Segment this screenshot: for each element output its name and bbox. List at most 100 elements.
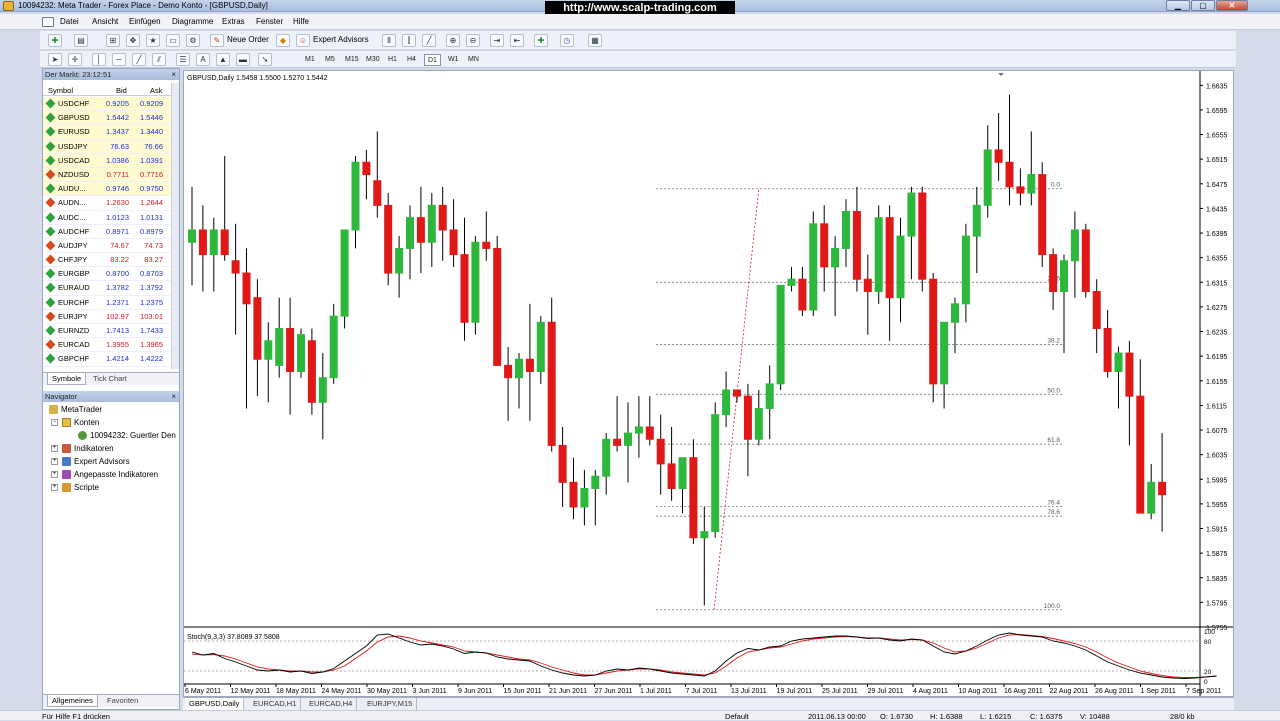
market-watch-row[interactable]: EURJPY 102.97 103.01 xyxy=(43,310,171,324)
timeframe-mn[interactable]: MN xyxy=(465,54,482,66)
expand-icon[interactable]: + xyxy=(51,458,58,465)
menu-fenster[interactable]: Fenster xyxy=(256,17,283,26)
tab-favoriten[interactable]: Favoriten xyxy=(103,695,142,707)
cursor-icon[interactable]: ➤ xyxy=(48,53,62,66)
chart-tab-gbpusd-daily[interactable]: GBPUSD,Daily xyxy=(185,698,245,710)
maximize-button[interactable]: ▢ xyxy=(1191,0,1215,11)
market-watch-row[interactable]: GBPCHF 1.4214 1.4222 xyxy=(43,352,171,367)
close-button[interactable]: ✕ xyxy=(1216,0,1248,11)
timeframe-w1[interactable]: W1 xyxy=(445,54,462,66)
expand-icon[interactable]: + xyxy=(51,445,58,452)
expand-icon[interactable]: + xyxy=(51,471,58,478)
nav-custom-indicators[interactable]: Angepasste Indikatoren xyxy=(62,469,158,481)
new-chart-icon[interactable]: ✚ xyxy=(48,34,62,47)
auto-scroll-icon[interactable]: ⇥ xyxy=(490,34,504,47)
timeframe-m1[interactable]: M1 xyxy=(302,54,318,66)
nav-scripts[interactable]: Scripte xyxy=(62,482,99,494)
templates-icon[interactable]: ▦ xyxy=(588,34,602,47)
fibonacci-icon[interactable]: ☰ xyxy=(176,53,190,66)
market-watch-row[interactable]: AUDU... 0.9746 0.9750 xyxy=(43,182,171,197)
chart-window[interactable]: 1.6635 1.6595 1.6555 1.6515 1.6475 1.6435 1.63… xyxy=(183,70,1234,697)
trendline-icon[interactable]: ╱ xyxy=(132,53,146,66)
market-watch-close-icon[interactable]: × xyxy=(171,69,176,80)
arrows-icon[interactable]: ▬ xyxy=(236,53,250,66)
menu-einfuegen[interactable]: Einfügen xyxy=(129,17,161,26)
vertical-line-icon[interactable]: │ xyxy=(92,53,106,66)
chart-tab-eurcad-h4[interactable]: EURCAD,H4 xyxy=(305,698,358,710)
terminal-icon[interactable]: ▭ xyxy=(166,34,180,47)
crosshair-icon[interactable]: ✛ xyxy=(68,53,82,66)
menu-hilfe[interactable]: Hilfe xyxy=(293,17,309,26)
data-window-icon[interactable]: ✥ xyxy=(126,34,140,47)
expert-advisors-icon[interactable]: ☺ xyxy=(296,34,310,47)
metaeditor-icon[interactable]: ◆ xyxy=(276,34,290,47)
market-watch-row[interactable]: EURCAD 1.3955 1.3965 xyxy=(43,338,171,353)
zoom-out-icon[interactable]: ⊖ xyxy=(466,34,480,47)
menu-ansicht[interactable]: Ansicht xyxy=(92,17,118,26)
market-watch-icon[interactable]: ⊞ xyxy=(106,34,120,47)
indicators-icon[interactable]: ✚ xyxy=(534,34,548,47)
label-icon[interactable]: ▲ xyxy=(216,53,230,66)
collapse-icon[interactable]: − xyxy=(51,419,58,426)
market-watch-row[interactable]: AUDN... 1.2630 1.2644 xyxy=(43,196,171,211)
nav-root[interactable]: MetaTrader xyxy=(49,404,102,416)
expand-icon[interactable]: + xyxy=(51,484,58,491)
market-watch-scrollbar[interactable] xyxy=(171,83,179,369)
market-watch-row[interactable]: USDCHF 0.9205 0.9209 xyxy=(43,97,171,112)
candlestick-icon[interactable]: ⫿ xyxy=(402,34,416,47)
market-watch-row[interactable]: GBPUSD 1.5442 1.5446 xyxy=(43,111,171,126)
chart-window-icon[interactable] xyxy=(42,17,54,27)
market-watch-row[interactable]: USDJPY 76.63 76.66 xyxy=(43,139,171,154)
timeframe-h1[interactable]: H1 xyxy=(385,54,400,66)
bar-chart-icon[interactable]: ⫴ xyxy=(382,34,396,47)
tab-symbole[interactable]: Symbole xyxy=(47,373,87,385)
chart-shift-icon[interactable]: ⇤ xyxy=(510,34,524,47)
nav-account[interactable]: 10094232: Guertler Den xyxy=(78,430,176,442)
market-watch-row[interactable]: EURUSD 1.3437 1.3440 xyxy=(43,125,171,140)
menu-extras[interactable]: Extras xyxy=(222,17,245,26)
market-watch-row[interactable]: EURCHF 1.2371 1.2375 xyxy=(43,296,171,310)
market-watch-row[interactable]: NZDUSD 0.7711 0.7716 xyxy=(43,167,171,183)
timeframe-d1[interactable]: D1 xyxy=(424,54,441,66)
navigator-close-icon[interactable]: × xyxy=(171,391,176,402)
col-symbol[interactable]: Symbol xyxy=(48,86,73,95)
menu-diagramme[interactable]: Diagramme xyxy=(172,17,213,26)
expert-advisors-button[interactable]: Expert Advisors xyxy=(313,35,369,44)
chart-tab-eurcad-h1[interactable]: EURCAD,H1 xyxy=(249,698,302,710)
timeframe-h4[interactable]: H4 xyxy=(404,54,419,66)
navigator-icon[interactable]: ★ xyxy=(146,34,160,47)
profiles-icon[interactable]: ▤ xyxy=(74,34,88,47)
market-watch-row[interactable]: AUDJPY 74.67 74.73 xyxy=(43,239,171,254)
market-watch-row[interactable]: EURAUD 1.3782 1.3792 xyxy=(43,281,171,296)
market-watch-row[interactable]: AUDC... 1.0123 1.0131 xyxy=(43,211,171,225)
arrow-dropdown-icon[interactable]: ➘ xyxy=(258,53,272,66)
market-watch-row[interactable]: USDCAD 1.0386 1.0391 xyxy=(43,153,171,168)
new-order-icon[interactable]: ✎ xyxy=(210,34,224,47)
col-bid[interactable]: Bid xyxy=(116,86,127,95)
col-ask[interactable]: Ask xyxy=(150,86,163,95)
minimize-button[interactable]: ▁ xyxy=(1166,0,1190,11)
timeframe-m30[interactable]: M30 xyxy=(363,54,383,66)
timeframe-m15[interactable]: M15 xyxy=(342,54,362,66)
new-order-button[interactable]: Neue Order xyxy=(227,35,269,44)
market-watch-row[interactable]: EURNZD 1.7413 1.7433 xyxy=(43,324,171,339)
market-watch-row[interactable]: AUDCHF 0.8971 0.8979 xyxy=(43,225,171,239)
timeframe-m5[interactable]: M5 xyxy=(322,54,338,66)
nav-indicators[interactable]: Indikatoren xyxy=(62,443,114,455)
tester-icon[interactable]: ⚙ xyxy=(186,34,200,47)
periods-icon[interactable]: ◷ xyxy=(560,34,574,47)
horizontal-line-icon[interactable]: ─ xyxy=(112,53,126,66)
price-chart[interactable]: 1.6635 1.6595 1.6555 1.6515 1.6475 1.6435 1.63… xyxy=(184,71,1233,696)
tab-tick-chart[interactable]: Tick Chart xyxy=(89,373,131,385)
line-chart-icon[interactable]: ╱ xyxy=(422,34,436,47)
nav-expert-advisors[interactable]: Expert Advisors xyxy=(62,456,130,468)
chart-tab-eurjpy-m15[interactable]: EURJPY,M15 xyxy=(363,698,418,710)
channel-icon[interactable]: ⫽ xyxy=(152,53,166,66)
text-icon[interactable]: A xyxy=(196,53,210,66)
tab-allgemeines[interactable]: Allgemeines xyxy=(47,695,98,707)
menu-datei[interactable]: Datei xyxy=(60,17,79,26)
nav-accounts[interactable]: Konten xyxy=(62,417,99,429)
zoom-in-icon[interactable]: ⊕ xyxy=(446,34,460,47)
market-watch-row[interactable]: CHFJPY 83.22 83.27 xyxy=(43,253,171,268)
market-watch-row[interactable]: EURGBP 0.8700 0.8703 xyxy=(43,267,171,282)
